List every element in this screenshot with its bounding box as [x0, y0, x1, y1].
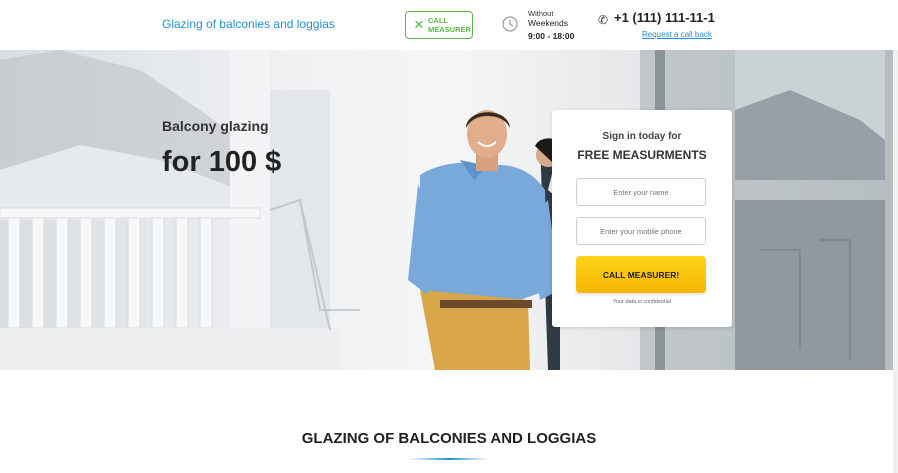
ruler-icon: ✕	[413, 17, 425, 32]
confidential-note: Your data is confidential	[612, 299, 672, 305]
section-title: GLAZING OF BALCONIES AND LOGGIAS	[301, 430, 597, 447]
name-input[interactable]	[576, 178, 706, 206]
hero-background-image	[0, 50, 898, 370]
section-underline	[409, 458, 489, 460]
hero-price: for 100 $	[162, 146, 282, 178]
hours-time: 9:00 - 18:00	[528, 31, 575, 41]
clock-icon	[502, 16, 518, 32]
page-scrollbar[interactable]	[893, 50, 898, 473]
working-hours: Weekends 9:00 - 18:00	[528, 17, 586, 43]
hero-title: Balcony glazing	[162, 118, 269, 134]
call-measurer-button[interactable]: ✕ CALL MEASURER	[405, 11, 473, 39]
call-measurer-label: CALL MEASURER	[428, 16, 471, 34]
phone-icon: ✆	[598, 13, 609, 27]
signup-form: Sign in today for FREE MEASURMENTS CALL …	[552, 110, 732, 327]
phone-number[interactable]: +1 (111) 111-11-1	[614, 10, 715, 25]
phone-input[interactable]	[576, 217, 706, 245]
call-measurer-submit-button[interactable]: CALL MEASURER!	[576, 256, 706, 293]
hero: Balcony glazing for 100 $ Sign in today …	[0, 50, 898, 370]
form-subtitle: Sign in today for	[602, 131, 682, 142]
request-callback-link[interactable]: Request a call back	[642, 30, 712, 39]
header: Glazing of balconies and loggias ✕ CALL …	[0, 0, 898, 50]
hours-prefix: Weekends	[528, 18, 569, 28]
form-heading: FREE MEASURMENTS	[577, 148, 707, 162]
site-title[interactable]: Glazing of balconies and loggias	[162, 17, 335, 31]
